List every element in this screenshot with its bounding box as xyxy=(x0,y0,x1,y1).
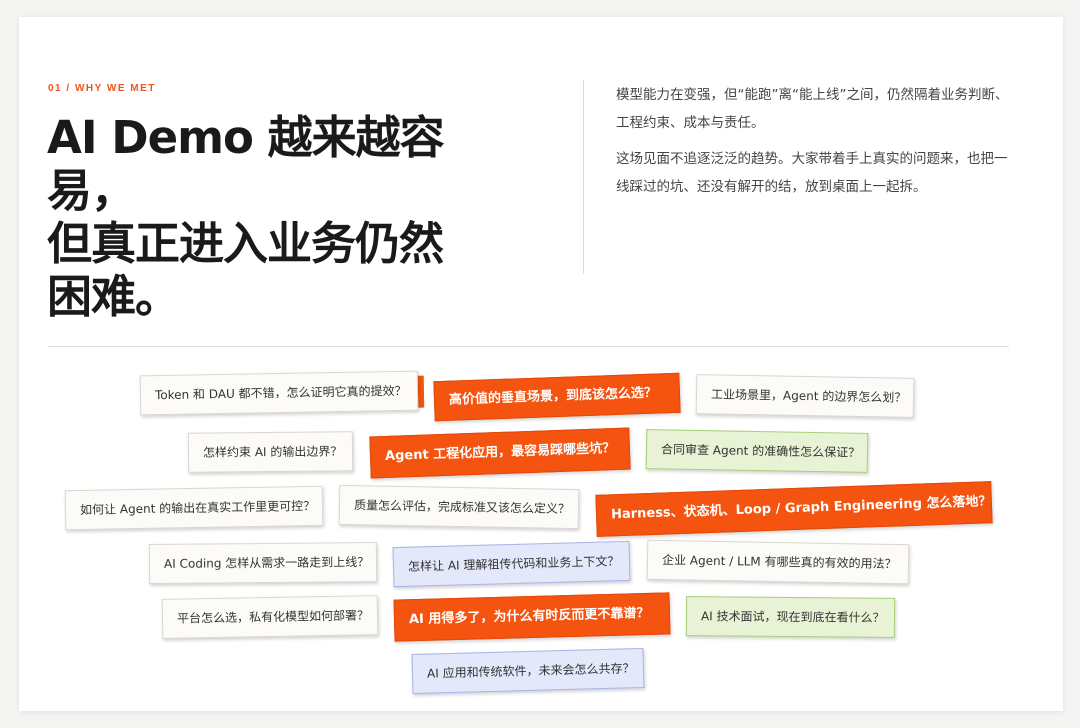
question-card[interactable]: 怎样让 AI 理解祖传代码和业务上下文？ xyxy=(392,540,631,588)
question-card[interactable]: 平台怎么选，私有化模型如何部署？ xyxy=(161,595,379,639)
question-card[interactable]: 如何让 Agent 的输出在真实工作里更可控？ xyxy=(64,485,324,531)
question-card-text: 平台怎么选，私有化模型如何部署？ xyxy=(176,608,370,626)
question-wall: Token 和 DAU 都不错，怎么证明它真的提效？ 高价值的垂直场景，到底该怎… xyxy=(0,0,1080,728)
question-card[interactable]: 企业 Agent / LLM 有哪些真的有效的用法？ xyxy=(646,539,910,585)
question-card-text: AI Coding 怎样从需求一路走到上线？ xyxy=(163,555,370,571)
question-card-text: 合同审查 Agent 的准确性怎么保证？ xyxy=(660,442,861,460)
question-card-text: Harness、状态机、Loop / Graph Engineering 怎么落… xyxy=(610,494,992,523)
question-card[interactable]: AI 技术面试，现在到底在看什么？ xyxy=(685,596,896,638)
question-card-text: 高价值的垂直场景，到底该怎么选？ xyxy=(448,385,658,408)
question-card-highlight[interactable]: AI 用得多了，为什么有时反而更不靠谱？ xyxy=(393,592,671,642)
question-card-highlight[interactable]: Agent 工程化应用，最容易踩哪些坑？ xyxy=(369,427,631,479)
question-card[interactable]: AI 应用和传统软件，未来会怎么共存？ xyxy=(411,647,645,695)
question-card[interactable]: AI Coding 怎样从需求一路走到上线？ xyxy=(148,542,378,584)
question-card-text: Token 和 DAU 都不错，怎么证明它真的提效？ xyxy=(154,383,407,403)
question-card[interactable]: 工业场景里，Agent 的边界怎么划？ xyxy=(695,374,915,418)
question-card-text: AI 技术面试，现在到底在看什么？ xyxy=(700,609,885,625)
question-card[interactable]: 怎样约束 AI 的输出边界？ xyxy=(187,431,354,473)
question-card-text: AI 用得多了，为什么有时反而更不靠谱？ xyxy=(408,605,650,628)
question-card-text: 怎样约束 AI 的输出边界？ xyxy=(202,444,343,460)
question-card-highlight[interactable]: 高价值的垂直场景，到底该怎么选？ xyxy=(433,372,681,422)
question-card-text: Agent 工程化应用，最容易踩哪些坑？ xyxy=(384,440,616,465)
question-card-text: 怎样让 AI 理解祖传代码和业务上下文？ xyxy=(407,554,620,574)
question-card[interactable]: 质量怎么评估，完成标准又该怎么定义？ xyxy=(338,484,580,530)
question-card-text: 质量怎么评估，完成标准又该怎么定义？ xyxy=(353,498,571,516)
question-card-text: 企业 Agent / LLM 有哪些真的有效的用法？ xyxy=(661,552,897,572)
question-card[interactable]: Token 和 DAU 都不错，怎么证明它真的提效？ xyxy=(139,370,419,416)
question-card-highlight[interactable]: Harness、状态机、Loop / Graph Engineering 怎么落… xyxy=(595,481,993,537)
question-card-text: 工业场景里，Agent 的边界怎么划？ xyxy=(710,387,907,405)
question-card-text: AI 应用和传统软件，未来会怎么共存？ xyxy=(426,661,635,681)
question-card-text: 如何让 Agent 的输出在真实工作里更可控？ xyxy=(79,498,316,517)
question-card[interactable]: 合同审查 Agent 的准确性怎么保证？ xyxy=(645,429,869,473)
